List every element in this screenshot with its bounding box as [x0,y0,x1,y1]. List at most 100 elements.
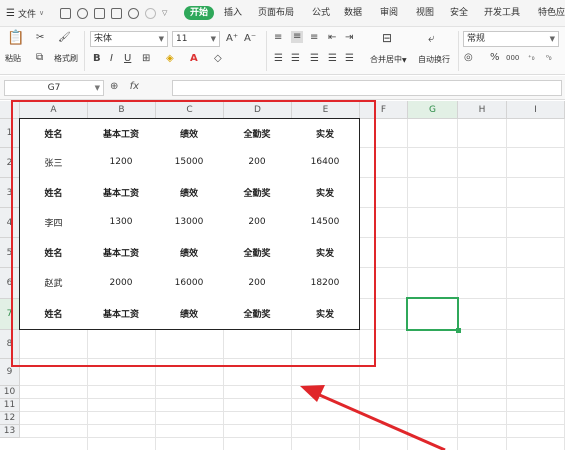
print-icon[interactable] [94,7,105,19]
format-painter-icon[interactable]: 🖌 [58,32,71,44]
selected-cell-highlight[interactable] [406,297,459,331]
align-middle-icon[interactable]: ≡ [291,31,304,43]
insert-function-button[interactable]: fx [130,81,139,92]
copy-icon[interactable]: ⧉ [36,52,43,64]
tab-label: 页面布局 [258,8,295,18]
tab-label: 安全 [450,8,469,18]
align-center-icon[interactable]: ☰ [291,53,300,65]
row-header-12[interactable]: 12 [0,412,20,425]
tab-2[interactable]: 插入 [224,0,242,27]
menu-bar: ☰ 文件 ∨ ▽ 开始 插入 页面布局 公式 数据 审阅 视图 安全 开发工具 特色应 [0,0,565,27]
tab-8[interactable]: 安全 [450,0,468,27]
number-format-value: 常规 [467,34,486,44]
row-header-13[interactable]: 13 [0,425,20,438]
align-bottom-icon[interactable]: ≡ [310,32,318,44]
column-header-h[interactable]: H [458,101,507,119]
font-size-select[interactable]: 11 ▼ [172,31,220,47]
align-left-icon[interactable]: ☰ [274,53,283,65]
zoom-icon[interactable]: ⊕ [110,81,118,92]
annotation-arrow-shaft [314,391,446,450]
percent-icon[interactable]: % [490,52,500,64]
thousands-separator-icon[interactable]: 000 [506,52,519,64]
distribute-icon[interactable]: ☰ [345,53,354,65]
ribbon-toolbar: 📋 粘贴 ✂ ⧉ 🖌 格式刷 宋体 ▼ 11 ▼ A⁺ A⁻ B I U ⊞ ◈… [0,27,565,75]
clear-format-icon[interactable]: ◇ [214,53,222,65]
tab-label: 插入 [224,8,243,18]
customize-toolbar-icon[interactable]: ▽ [162,9,167,17]
tab-label: 公式 [312,8,331,18]
paste-icon[interactable]: 📋 [7,31,24,45]
bold-icon[interactable]: B [93,53,101,65]
tab-6[interactable]: 审阅 [380,0,398,27]
export-pdf-icon[interactable] [77,7,88,19]
align-right-icon[interactable]: ☰ [310,53,319,65]
print-preview-icon[interactable] [111,7,122,19]
chevron-down-icon: ▼ [549,35,555,43]
italic-icon[interactable]: I [110,53,113,65]
tab-5[interactable]: 数据 [344,0,362,27]
increase-font-icon[interactable]: A⁺ [226,33,238,45]
cut-icon[interactable]: ✂ [36,32,44,44]
chevron-down-icon: ▼ [94,84,100,92]
gridline [506,119,507,450]
tab-label: 视图 [416,8,435,18]
currency-icon[interactable]: ◎ [464,52,473,64]
merge-center-icon[interactable]: ⊟ [382,32,392,44]
paste-button[interactable]: 粘贴 [5,53,21,64]
column-header-g[interactable]: G [408,101,458,119]
row-header-10[interactable]: 10 [0,386,20,399]
decrease-font-icon[interactable]: A⁻ [244,33,256,45]
spreadsheet-grid: A B C D E F G H I 1 2 3 4 5 6 7 8 9 10 11 12 13 姓名 基本工资 绩效 全勤奖 实发张… [0,100,565,450]
chevron-down-icon: ▼ [402,57,407,64]
quick-access-toolbar: ▽ [54,7,167,19]
font-name-value: 宋体 [94,34,113,44]
name-box[interactable]: G7 ▼ [4,80,104,96]
gridline [20,411,565,412]
border-icon[interactable]: ⊞ [142,53,150,65]
redo-icon[interactable] [145,7,156,19]
gridline [20,398,565,399]
tab-10[interactable]: 特色应 [538,0,565,27]
justify-icon[interactable]: ☰ [328,53,337,65]
file-menu[interactable]: ☰ 文件 ∨ [0,7,54,20]
align-top-icon[interactable]: ≡ [274,32,282,44]
tab-label: 开发工具 [484,8,521,18]
underline-icon[interactable]: U [124,53,131,65]
indent-decrease-icon[interactable]: ⇤ [328,32,336,44]
undo-icon[interactable] [128,7,139,19]
format-painter-button[interactable]: 格式刷 [54,53,78,64]
row-header-11[interactable]: 11 [0,399,20,412]
fill-color-icon[interactable]: ◈ [166,53,174,65]
number-format-select[interactable]: 常规 ▼ [463,31,559,47]
tab-1[interactable]: 开始 [184,0,215,27]
gridline [457,119,458,450]
merge-center-label: 合并居中 [370,55,402,64]
tab-label: 开始 [184,6,215,20]
formula-input[interactable] [172,80,562,96]
tab-7[interactable]: 视图 [416,0,434,27]
tab-3[interactable]: 页面布局 [258,0,294,27]
chevron-down-icon: ▼ [158,35,164,43]
tab-label: 数据 [344,8,363,18]
chevron-down-icon: ∨ [38,9,45,17]
merge-center-button[interactable]: 合并居中▼ [370,54,407,65]
font-name-select[interactable]: 宋体 ▼ [90,31,168,47]
save-icon[interactable] [60,7,71,19]
gridline [20,385,565,386]
annotation-rectangle [11,100,376,367]
formula-bar: G7 ▼ ⊕ fx [0,76,565,100]
wrap-text-icon[interactable]: ⤶ [428,32,435,44]
decrease-decimal-icon[interactable]: ⁰₀ [546,52,552,64]
fill-handle[interactable] [456,328,461,333]
font-color-icon[interactable]: A [190,53,198,65]
file-menu-label: 文件 [17,9,36,20]
column-header-i[interactable]: I [507,101,565,119]
increase-decimal-icon[interactable]: ⁺₀ [528,52,535,64]
name-box-value: G7 [47,83,61,93]
tab-4[interactable]: 公式 [312,0,330,27]
tab-9[interactable]: 开发工具 [484,0,520,27]
wrap-text-button[interactable]: 自动换行 [418,54,450,65]
indent-increase-icon[interactable]: ⇥ [345,32,353,44]
tab-label: 审阅 [380,8,399,18]
gridline [20,437,565,438]
